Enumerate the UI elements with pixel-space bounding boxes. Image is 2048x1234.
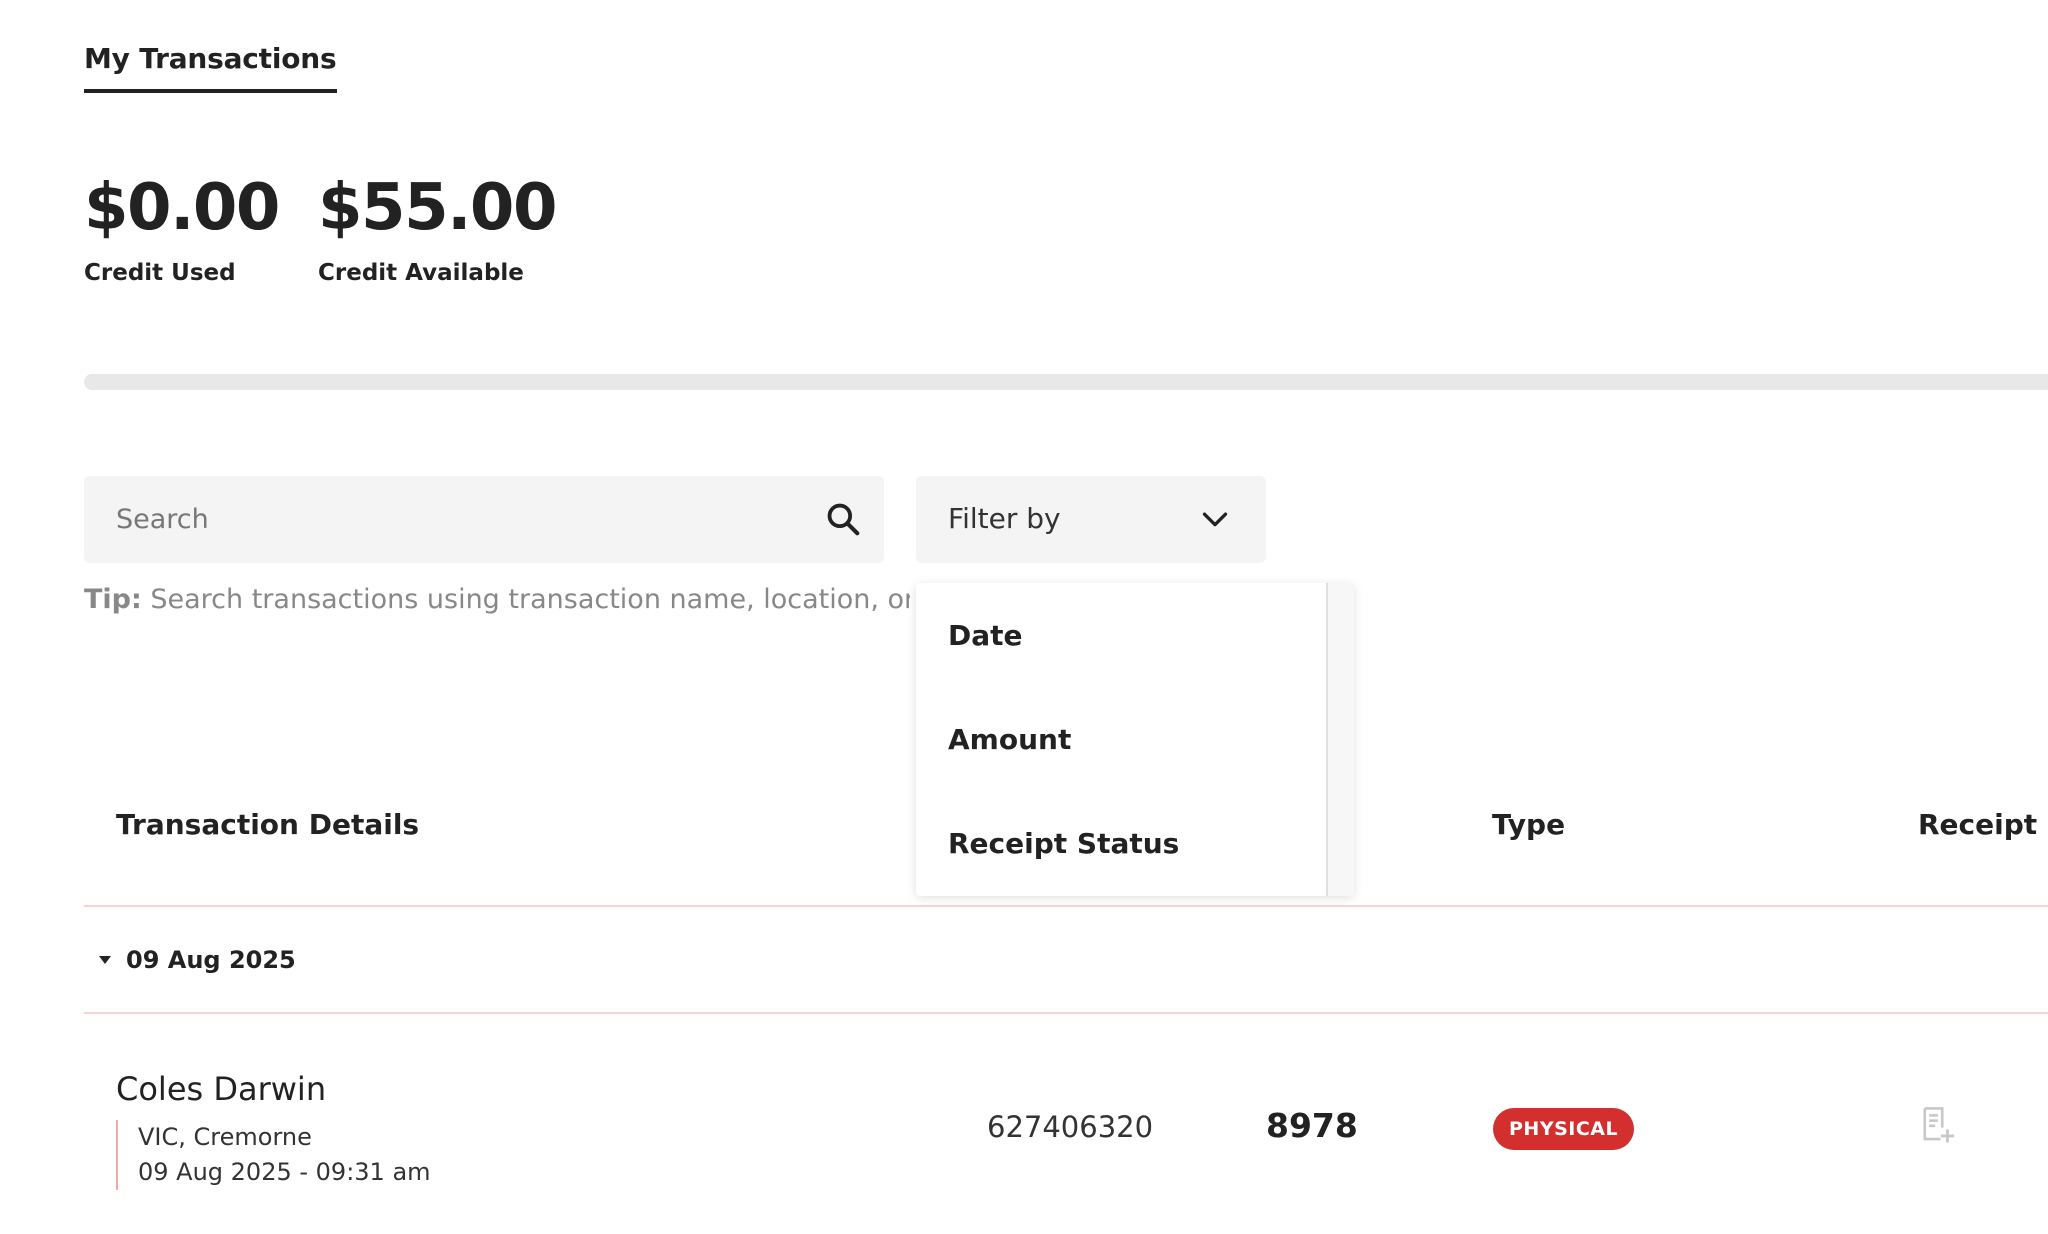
date-group-label: 09 Aug 2025 bbox=[126, 946, 296, 974]
date-group-toggle[interactable]: 09 Aug 2025 bbox=[98, 946, 296, 974]
transaction-order-number: 627406320 bbox=[987, 1110, 1154, 1144]
column-header-transaction-details: Transaction Details bbox=[116, 808, 420, 841]
filter-options-menu: Date Amount Receipt Status bbox=[916, 583, 1354, 896]
search-box bbox=[84, 476, 884, 563]
search-tip-text: Search transactions using transaction na… bbox=[141, 584, 910, 615]
filter-option-receipt-status[interactable]: Receipt Status bbox=[948, 827, 1179, 860]
receipt-add-icon[interactable] bbox=[1916, 1104, 1958, 1146]
credit-used-amount: $0.00 bbox=[84, 171, 280, 245]
credit-available-summary: $55.00 Credit Available bbox=[318, 171, 557, 286]
credit-available-amount: $55.00 bbox=[318, 171, 557, 245]
filter-menu-scrollbar[interactable] bbox=[1326, 583, 1354, 896]
filter-option-date[interactable]: Date bbox=[948, 619, 1023, 652]
credit-used-label: Credit Used bbox=[84, 260, 236, 286]
column-header-receipt: Receipt bbox=[1918, 808, 2038, 841]
transactions-page: My Transactions $0.00 Credit Used $55.00… bbox=[0, 0, 2048, 1234]
transaction-datetime: 09 Aug 2025 - 09:31 am bbox=[138, 1158, 431, 1186]
search-input[interactable] bbox=[84, 476, 814, 563]
search-tip: Tip: Search transactions using transacti… bbox=[84, 584, 910, 615]
transaction-type-badge: PHYSICAL bbox=[1493, 1108, 1635, 1150]
filter-option-amount[interactable]: Amount bbox=[948, 723, 1071, 756]
caret-down-icon bbox=[99, 956, 111, 964]
group-divider bbox=[84, 1012, 2048, 1014]
filter-dropdown[interactable]: Filter by bbox=[916, 476, 1266, 563]
chevron-down-icon bbox=[1202, 512, 1228, 527]
transaction-location: VIC, Cremorne bbox=[138, 1123, 312, 1151]
header-divider bbox=[84, 905, 2048, 907]
credit-used-summary: $0.00 Credit Used bbox=[84, 171, 280, 286]
transaction-card-number: 8978 bbox=[1266, 1106, 1358, 1145]
transaction-name[interactable]: Coles Darwin bbox=[116, 1070, 326, 1108]
credit-usage-bar bbox=[84, 374, 2048, 390]
tab-my-transactions[interactable]: My Transactions bbox=[84, 42, 337, 93]
filter-label: Filter by bbox=[948, 502, 1061, 535]
search-tip-prefix: Tip: bbox=[84, 584, 142, 615]
transaction-meta: VIC, Cremorne 09 Aug 2025 - 09:31 am bbox=[116, 1120, 431, 1190]
column-header-type: Type bbox=[1492, 808, 1566, 841]
search-icon[interactable] bbox=[824, 500, 862, 538]
credit-available-label: Credit Available bbox=[318, 260, 524, 286]
